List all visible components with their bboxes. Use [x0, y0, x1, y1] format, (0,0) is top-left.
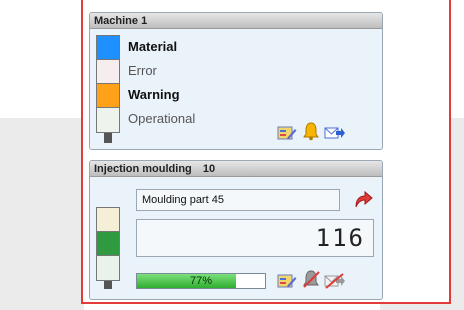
- edit-icon[interactable]: [276, 123, 298, 143]
- signal-tower-base: [104, 133, 112, 143]
- production-progress-bar: 77%: [136, 273, 266, 289]
- forward-mail-disabled-icon[interactable]: [324, 271, 346, 291]
- lamp-material: [97, 36, 119, 60]
- machine-panel-title: Machine 1: [90, 13, 382, 29]
- part-name-text: Moulding part 45: [142, 194, 224, 206]
- signal-tower: [96, 35, 120, 143]
- background-left: [0, 118, 84, 310]
- bell-icon[interactable]: [300, 121, 322, 141]
- lamp-operational: [97, 108, 119, 132]
- bell-muted-icon[interactable]: [300, 269, 322, 289]
- moulding-signal-tower-base: [104, 281, 112, 289]
- status-error: Error: [128, 63, 157, 78]
- moulding-panel: Injection moulding 10 Moulding part 45 1…: [89, 160, 383, 300]
- lamp-warning: [97, 84, 119, 108]
- moulding-panel-header: Injection moulding 10: [90, 161, 382, 177]
- redo-arrow-icon[interactable]: [352, 189, 374, 209]
- moulding-lamp-bottom: [97, 256, 119, 280]
- forward-mail-icon[interactable]: [324, 123, 346, 143]
- moulding-lamp-top: [97, 208, 119, 232]
- moulding-signal-tower: [96, 207, 120, 299]
- moulding-lamp-middle: [97, 232, 119, 256]
- piece-counter-display: 116: [136, 219, 374, 257]
- status-operational: Operational: [128, 111, 196, 126]
- part-name-field[interactable]: Moulding part 45: [136, 189, 340, 211]
- machine-panel: Machine 1 Material Error Warning Operati…: [89, 12, 383, 150]
- moulding-panel-title: Injection moulding: [94, 163, 192, 175]
- moulding-panel-number: 10: [202, 163, 216, 175]
- piece-counter-value: 116: [315, 224, 365, 252]
- status-warning: Warning: [128, 87, 180, 102]
- production-progress-label: 77%: [189, 275, 213, 287]
- lamp-error: [97, 60, 119, 84]
- moulding-edit-icon[interactable]: [276, 271, 298, 291]
- status-material: Material: [128, 39, 178, 54]
